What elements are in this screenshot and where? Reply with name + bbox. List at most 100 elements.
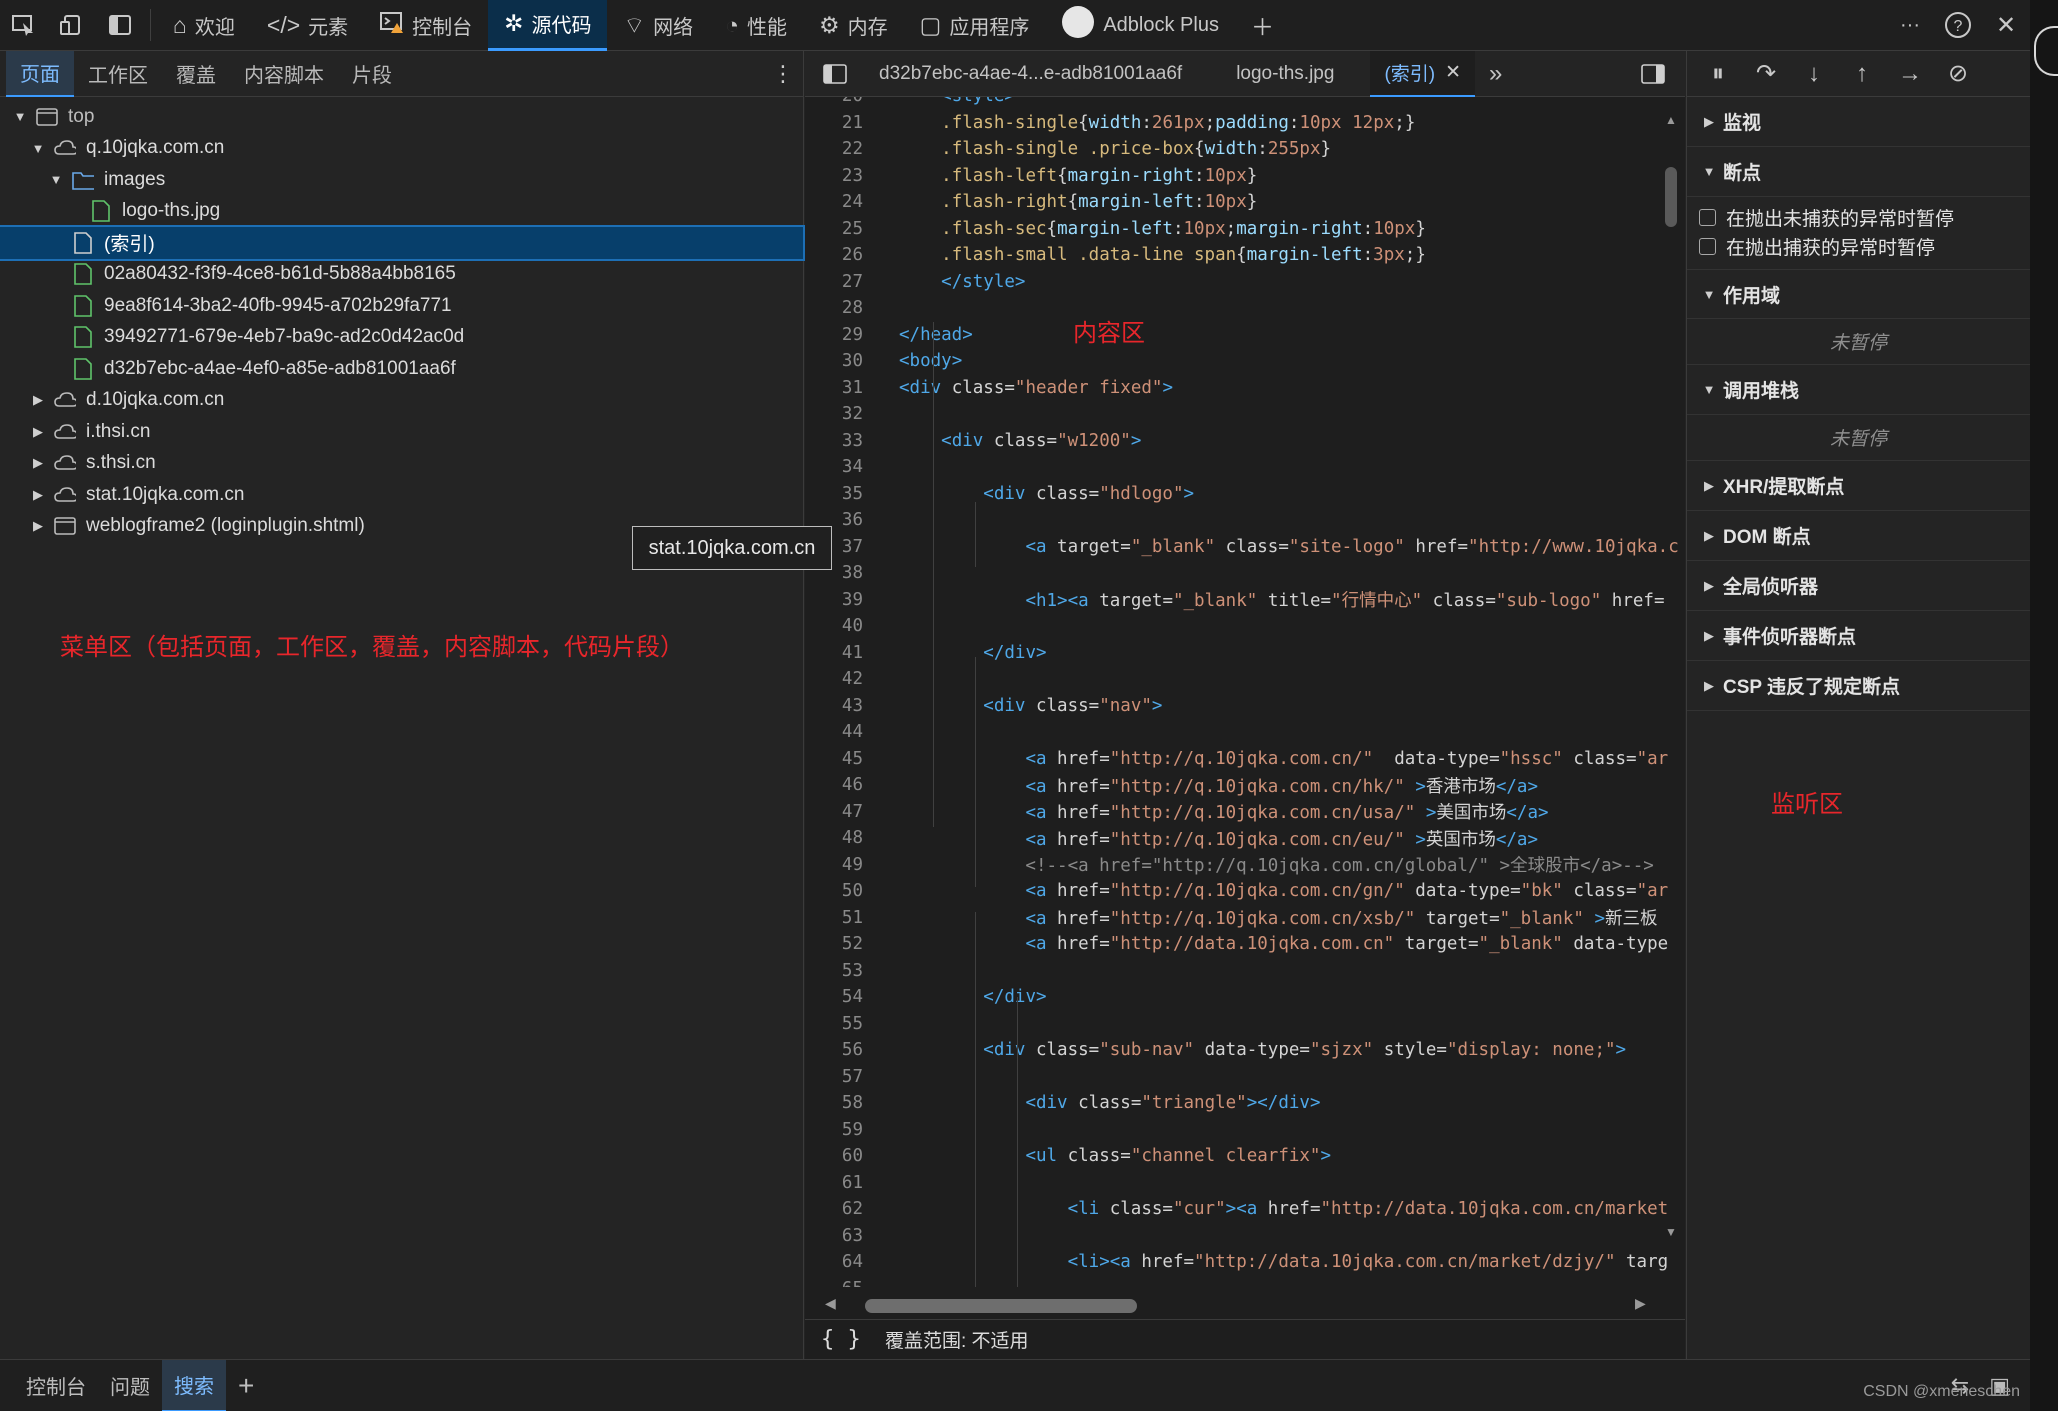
collapsed-arrow-icon[interactable]: ▶ (30, 424, 46, 440)
code-line[interactable]: 39 <h1><a target="_blank" title="行情中心" c… (805, 587, 1665, 614)
line-number[interactable]: 64 (805, 1252, 863, 1272)
line-number[interactable]: 61 (805, 1173, 863, 1193)
line-number[interactable]: 25 (805, 219, 863, 239)
code-line[interactable]: 63 (805, 1223, 1665, 1250)
collapsed-arrow-icon[interactable]: ▶ (30, 518, 46, 534)
code-line[interactable]: 21 .flash-single{width:261px;padding:10p… (805, 110, 1665, 137)
code-line[interactable]: 44 (805, 719, 1665, 746)
line-number[interactable]: 35 (805, 484, 863, 504)
drawer-tab-issues[interactable]: 问题 (98, 1360, 162, 1411)
line-number[interactable]: 63 (805, 1226, 863, 1246)
line-number[interactable]: 24 (805, 192, 863, 212)
code-line[interactable]: 32 (805, 401, 1665, 428)
code-line[interactable]: 49 <!--<a href="http://q.10jqka.com.cn/g… (805, 852, 1665, 879)
code-line[interactable]: 27 </style> (805, 269, 1665, 296)
editor-tab-script[interactable]: d32b7ebc-a4ae-4...e-adb81001aa6f (865, 51, 1196, 97)
vertical-scroll-thumb[interactable] (1665, 167, 1677, 227)
deactivate-breakpoints-icon[interactable]: ⊘ (1937, 59, 1979, 88)
section-dom-breakpoints[interactable]: ▶ DOM 断点 (1687, 511, 2030, 561)
line-number[interactable]: 31 (805, 378, 863, 398)
close-tab-icon[interactable]: ✕ (1445, 61, 1461, 84)
code-line[interactable]: 64 <li><a href="http://data.10jqka.com.c… (805, 1249, 1668, 1276)
code-line[interactable]: 46 <a href="http://q.10jqka.com.cn/hk/" … (805, 772, 1665, 799)
code-line[interactable]: 36 (805, 507, 1665, 534)
line-number[interactable]: 50 (805, 881, 863, 901)
line-number[interactable]: 32 (805, 404, 863, 424)
pause-caught-checkbox[interactable]: 在抛出捕获的异常时暂停 (1687, 232, 2030, 261)
code-line[interactable]: 45 <a href="http://q.10jqka.com.cn/" dat… (805, 746, 1668, 773)
tree-item-file[interactable]: 9ea8f614-3ba2-40fb-9945-a702b29fa771 (0, 290, 803, 322)
tab-workspace[interactable]: 工作区 (74, 51, 162, 97)
code-line[interactable]: 56 <div class="sub-nav" data-type="sjzx"… (805, 1037, 1665, 1064)
tree-item-domain[interactable]: ▶ s.thsi.cn (0, 448, 803, 480)
code-line[interactable]: 60 <ul class="channel clearfix"> (805, 1143, 1665, 1170)
dock-side-icon[interactable] (96, 0, 144, 51)
code-line[interactable]: 20 <style> (805, 97, 1665, 110)
code-line[interactable]: 50 <a href="http://q.10jqka.com.cn/gn/" … (805, 878, 1668, 905)
code-line[interactable]: 42 (805, 666, 1665, 693)
section-csp-breakpoints[interactable]: ▶ CSP 违反了规定断点 (1687, 661, 2030, 711)
tree-item-folder[interactable]: ▼ images (0, 164, 803, 196)
line-number[interactable]: 20 (805, 97, 863, 106)
code-view[interactable]: 20 <style>21 .flash-single{width:261px;p… (805, 97, 1685, 1287)
tab-memory[interactable]: ⚙ 内存 (803, 0, 904, 51)
collapsed-arrow-icon[interactable]: ▶ (30, 487, 46, 503)
code-line[interactable]: 52 <a href="http://data.10jqka.com.cn" t… (805, 931, 1668, 958)
code-line[interactable]: 22 .flash-single .price-box{width:255px} (805, 136, 1665, 163)
line-number[interactable]: 59 (805, 1120, 863, 1140)
more-options-button[interactable]: ··· (1886, 0, 1934, 51)
code-line[interactable]: 55 (805, 1011, 1665, 1038)
collapsed-arrow-icon[interactable]: ▶ (30, 392, 46, 408)
step-out-icon[interactable]: ↑ (1841, 60, 1883, 88)
step-over-icon[interactable]: ↷ (1745, 59, 1787, 88)
line-number[interactable]: 51 (805, 908, 863, 928)
code-line[interactable]: 48 <a href="http://q.10jqka.com.cn/eu/" … (805, 825, 1665, 852)
line-number[interactable]: 41 (805, 643, 863, 663)
line-number[interactable]: 49 (805, 855, 863, 875)
code-line[interactable]: 33 <div class="w1200"> (805, 428, 1665, 455)
inspect-element-icon[interactable] (0, 0, 48, 51)
scroll-down-arrow[interactable]: ▼ (1665, 1225, 1677, 1239)
line-number[interactable]: 53 (805, 961, 863, 981)
tab-console[interactable]: 控制台 (364, 0, 488, 51)
line-number[interactable]: 21 (805, 113, 863, 133)
horizontal-scroll-thumb[interactable] (865, 1299, 1137, 1313)
drawer-tab-search[interactable]: 搜索 (162, 1359, 226, 1411)
tree-item-domain[interactable]: ▶ i.thsi.cn (0, 416, 803, 448)
step-into-icon[interactable]: ↓ (1793, 60, 1835, 88)
code-line[interactable]: 34 (805, 454, 1665, 481)
line-number[interactable]: 22 (805, 139, 863, 159)
code-line[interactable]: 25 .flash-sec{margin-left:10px;margin-ri… (805, 216, 1665, 243)
section-call-stack[interactable]: ▼ 调用堆栈 (1687, 365, 2030, 415)
code-line[interactable]: 58 <div class="triangle"></div> (805, 1090, 1665, 1117)
tab-overrides[interactable]: 覆盖 (162, 51, 230, 97)
line-number[interactable]: 52 (805, 934, 863, 954)
tab-snippets[interactable]: 片段 (338, 51, 406, 97)
tree-item-file[interactable]: 39492771-679e-4eb7-ba9c-ad2c0d42ac0d (0, 322, 803, 354)
code-line[interactable]: 41 </div> (805, 640, 1665, 667)
horizontal-scrollbar[interactable]: ◀ ▶ (825, 1295, 1655, 1313)
section-scope[interactable]: ▼ 作用域 (1687, 269, 2030, 319)
code-line[interactable]: 37 <a target="_blank" class="site-logo" … (805, 534, 1679, 561)
line-number[interactable]: 30 (805, 351, 863, 371)
code-line[interactable]: 26 .flash-small .data-line span{margin-l… (805, 242, 1665, 269)
tree-item-domain[interactable]: ▼ q.10jqka.com.cn (0, 133, 803, 165)
more-tabs-button[interactable]: » (1475, 51, 1516, 97)
line-number[interactable]: 43 (805, 696, 863, 716)
code-line[interactable]: 38 (805, 560, 1665, 587)
code-line[interactable]: 24 .flash-right{margin-left:10px} (805, 189, 1665, 216)
tab-application[interactable]: ▢ 应用程序 (904, 0, 1046, 51)
drawer-add-button[interactable]: + (226, 1360, 266, 1411)
line-number[interactable]: 23 (805, 166, 863, 186)
line-number[interactable]: 62 (805, 1199, 863, 1219)
editor-tab-index[interactable]: (索引) ✕ (1370, 50, 1476, 97)
tab-performance[interactable]: ◔ 性能 (709, 0, 803, 51)
tab-adblock-plus[interactable]: Adblock Plus (1045, 0, 1235, 51)
code-line[interactable]: 23 .flash-left{margin-right:10px} (805, 163, 1665, 190)
line-number[interactable]: 54 (805, 987, 863, 1007)
tree-item-file[interactable]: d32b7ebc-a4ae-4ef0-a85e-adb81001aa6f (0, 353, 803, 385)
code-line[interactable]: 43 <div class="nav"> (805, 693, 1665, 720)
pause-uncaught-checkbox[interactable]: 在抛出未捕获的异常时暂停 (1687, 203, 2030, 232)
toggle-navigator-button[interactable] (805, 51, 865, 97)
pretty-print-button[interactable]: { } (821, 1327, 861, 1352)
